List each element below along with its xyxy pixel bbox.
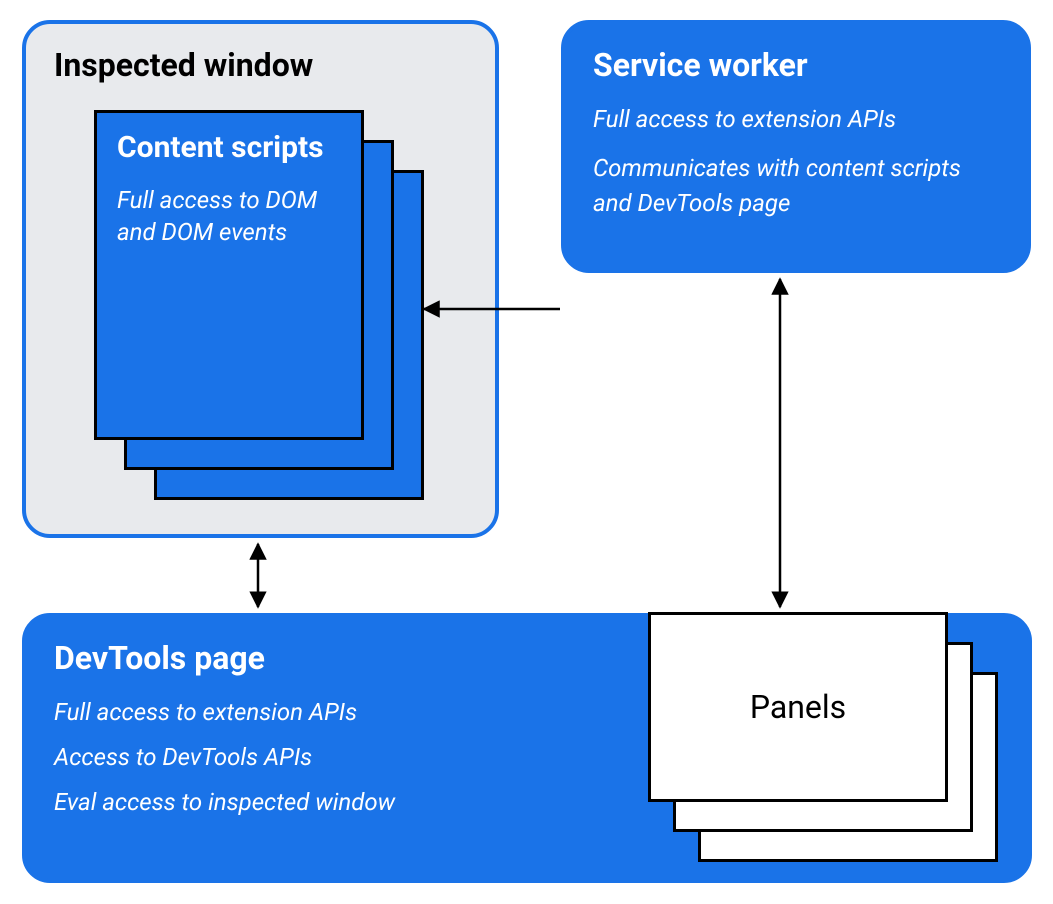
content-script-card-front: Content scripts Full access to DOM and D… <box>94 110 364 440</box>
inspected-window-box: Inspected window Content scripts Full ac… <box>22 20 499 538</box>
devtools-page-box: DevTools page Full access to extension A… <box>22 613 1032 883</box>
content-scripts-title: Content scripts <box>117 131 341 166</box>
service-worker-title: Service worker <box>593 46 999 84</box>
content-scripts-desc: Full access to DOM and DOM events <box>117 184 341 249</box>
content-scripts-stack: Content scripts Full access to DOM and D… <box>94 110 414 510</box>
service-worker-desc1: Full access to extension APIs <box>593 102 999 137</box>
panel-card-front: Panels <box>648 612 948 802</box>
service-worker-box: Service worker Full access to extension … <box>561 20 1031 273</box>
service-worker-desc2: Communicates with content scripts and De… <box>593 151 999 221</box>
inspected-window-title: Inspected window <box>54 46 467 84</box>
panels-stack: Panels <box>648 612 998 872</box>
architecture-diagram: Inspected window Content scripts Full ac… <box>0 0 1053 904</box>
panels-label: Panels <box>750 688 846 726</box>
